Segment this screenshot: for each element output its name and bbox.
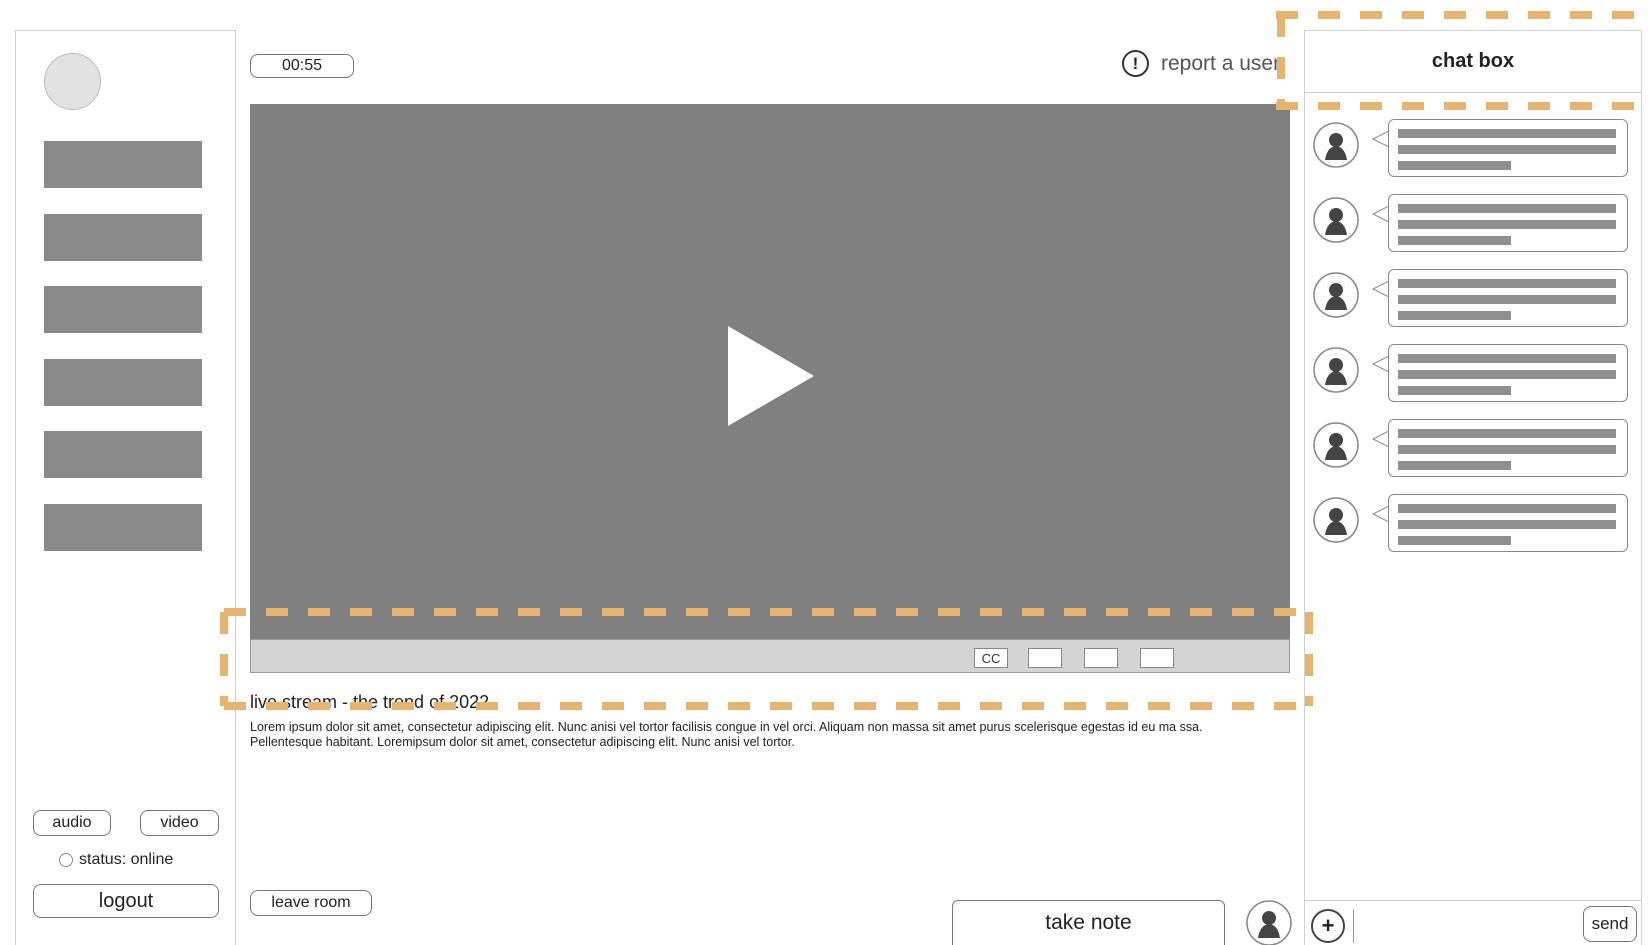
bubble-tail-icon [1371, 130, 1389, 148]
bubble-tail-icon [1371, 205, 1389, 223]
chat-message [1313, 119, 1638, 181]
chat-input-row: + send [1305, 900, 1641, 945]
chat-title: chat box [1305, 31, 1641, 93]
user-avatar-icon[interactable] [1246, 900, 1292, 945]
chat-message [1313, 494, 1638, 556]
message-line [1398, 236, 1511, 245]
status-row: status: online [59, 851, 173, 869]
message-line [1398, 536, 1511, 545]
user-avatar-icon [1313, 497, 1359, 543]
control-button-3[interactable] [1140, 648, 1174, 668]
take-note-button[interactable]: take note [952, 900, 1225, 945]
message-line [1398, 161, 1511, 170]
message-line [1398, 311, 1511, 320]
message-line [1398, 370, 1616, 379]
chat-message [1313, 269, 1638, 331]
bubble-tail-icon [1371, 505, 1389, 523]
video-button[interactable]: video [140, 810, 219, 836]
chat-bubble [1388, 344, 1628, 402]
chat-bubble [1388, 119, 1628, 177]
message-line [1398, 129, 1616, 138]
chat-panel: chat box + send [1304, 30, 1642, 945]
profile-avatar[interactable] [44, 53, 101, 110]
cc-button[interactable]: CC [974, 648, 1008, 668]
status-text: status: online [79, 851, 174, 868]
chat-bubble [1388, 269, 1628, 327]
bubble-tail-icon [1371, 430, 1389, 448]
message-line [1398, 461, 1511, 470]
message-line [1398, 386, 1511, 395]
control-button-2[interactable] [1084, 648, 1118, 668]
message-line [1398, 220, 1616, 229]
message-line [1398, 429, 1616, 438]
main-content: 00:55 ! report a user CC live stream - t… [236, 30, 1304, 945]
video-player[interactable] [250, 104, 1290, 639]
user-avatar-icon [1313, 272, 1359, 318]
stream-timer: 00:55 [250, 54, 354, 78]
message-line [1398, 279, 1616, 288]
sidebar-item-6[interactable] [44, 504, 202, 551]
user-avatar-icon [1313, 122, 1359, 168]
bubble-tail-icon [1371, 355, 1389, 373]
report-user-label: report a user [1161, 51, 1281, 75]
sidebar-item-1[interactable] [44, 141, 202, 188]
user-avatar-icon [1313, 347, 1359, 393]
chat-bubble [1388, 194, 1628, 252]
bubble-tail-icon [1371, 280, 1389, 298]
message-line [1398, 445, 1616, 454]
message-line [1398, 295, 1616, 304]
chat-message [1313, 419, 1638, 481]
sidebar-item-3[interactable] [44, 286, 202, 333]
message-line [1398, 354, 1616, 363]
app-root: audio video status: online logout 00:55 … [0, 0, 1652, 945]
logout-button[interactable]: logout [33, 884, 219, 918]
message-line [1398, 204, 1616, 213]
send-button[interactable]: send [1583, 906, 1637, 942]
alert-icon: ! [1122, 50, 1149, 77]
message-line [1398, 520, 1616, 529]
report-user-link[interactable]: ! report a user [1122, 50, 1280, 77]
video-controls-bar: CC [250, 639, 1290, 673]
video-description: Lorem ipsum dolor sit amet, consectetur … [250, 720, 1203, 749]
sidebar-item-4[interactable] [44, 359, 202, 406]
message-line [1398, 145, 1616, 154]
add-attachment-button[interactable]: + [1311, 909, 1345, 943]
user-avatar-icon [1313, 422, 1359, 468]
chat-message [1313, 194, 1638, 256]
status-indicator-icon [59, 853, 73, 867]
user-avatar-icon [1313, 197, 1359, 243]
chat-bubble [1388, 494, 1628, 552]
sidebar-item-5[interactable] [44, 431, 202, 478]
sidebar-item-2[interactable] [44, 214, 202, 261]
left-sidebar: audio video status: online logout [15, 30, 236, 945]
chat-bubble [1388, 419, 1628, 477]
chat-message [1313, 344, 1638, 406]
play-icon[interactable] [728, 326, 814, 426]
chat-message-input[interactable] [1353, 909, 1553, 943]
control-button-1[interactable] [1028, 648, 1062, 668]
message-line [1398, 504, 1616, 513]
audio-button[interactable]: audio [33, 810, 111, 836]
leave-room-button[interactable]: leave room [250, 890, 372, 916]
video-title: live stream - the trend of 2022 [250, 692, 490, 712]
